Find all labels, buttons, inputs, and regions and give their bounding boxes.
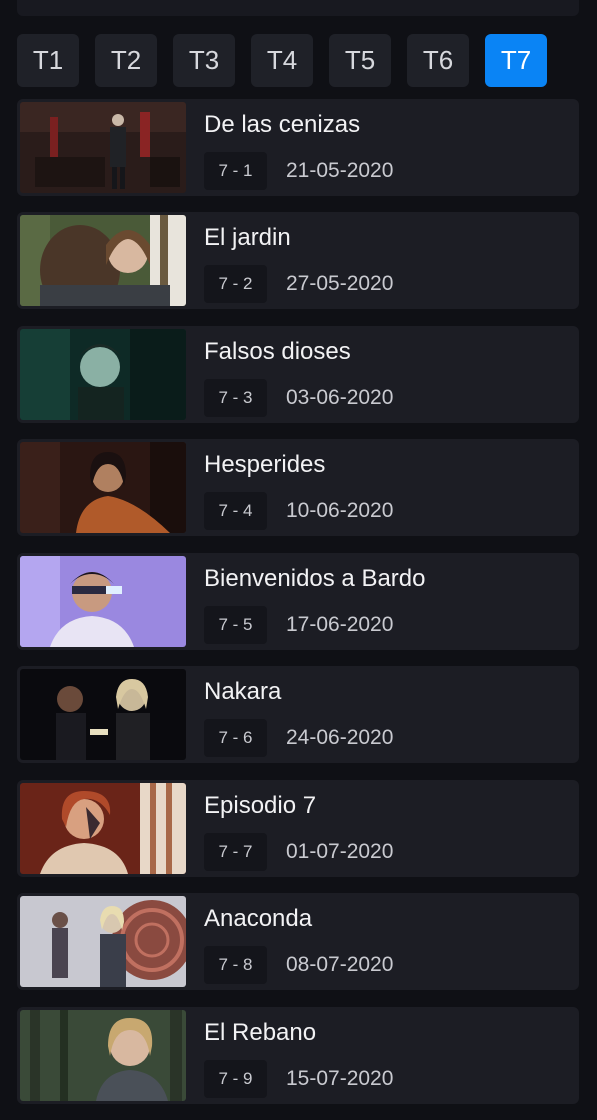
episode-code-badge: 7 - 9 (204, 1060, 267, 1098)
episode-thumbnail (20, 783, 186, 874)
episode-code-badge: 7 - 1 (204, 152, 267, 190)
episode-card[interactable]: Episodio 7 7 - 7 01-07-2020 (17, 780, 579, 877)
episode-card[interactable]: Nakara 7 - 6 24-06-2020 (17, 666, 579, 763)
episode-date: 03-06-2020 (286, 386, 394, 409)
tab-season-2[interactable]: T2 (95, 34, 157, 87)
episode-code-badge: 7 - 3 (204, 379, 267, 417)
episode-date: 21-05-2020 (286, 159, 394, 182)
top-bar (17, 0, 579, 16)
episode-title: Bienvenidos a Bardo (204, 565, 426, 592)
episode-card[interactable]: El jardin 7 - 2 27-05-2020 (17, 212, 579, 309)
episode-thumbnail (20, 102, 186, 193)
episode-thumbnail (20, 896, 186, 987)
episode-title: Hesperides (204, 451, 326, 478)
episode-code-badge: 7 - 5 (204, 606, 267, 644)
episode-date: 17-06-2020 (286, 613, 394, 636)
episode-title: El Rebano (204, 1019, 317, 1046)
episode-title: El jardin (204, 224, 291, 251)
episode-code-badge: 7 - 4 (204, 492, 267, 530)
episode-date: 15-07-2020 (286, 1067, 394, 1090)
episode-thumbnail (20, 669, 186, 760)
episode-title: Episodio 7 (204, 792, 317, 819)
episode-title: De las cenizas (204, 111, 361, 138)
episode-title: Anaconda (204, 905, 313, 932)
episode-title: Nakara (204, 678, 282, 705)
episode-card[interactable]: Anaconda 7 - 8 08-07-2020 (17, 893, 579, 990)
episode-date: 27-05-2020 (286, 272, 394, 295)
episode-code-badge: 7 - 6 (204, 719, 267, 757)
episode-thumbnail (20, 215, 186, 306)
episode-card[interactable]: Hesperides 7 - 4 10-06-2020 (17, 439, 579, 536)
tab-season-7[interactable]: T7 (485, 34, 547, 87)
episode-thumbnail (20, 556, 186, 647)
episode-code-badge: 7 - 7 (204, 833, 267, 871)
episode-date: 10-06-2020 (286, 499, 394, 522)
episode-card[interactable]: De las cenizas 7 - 1 21-05-2020 (17, 99, 579, 196)
episode-title: Falsos dioses (204, 338, 351, 365)
season-tabs: T1 T2 T3 T4 T5 T6 T7 (17, 34, 547, 87)
tab-season-6[interactable]: T6 (407, 34, 469, 87)
episode-card[interactable]: Bienvenidos a Bardo 7 - 5 17-06-2020 (17, 553, 579, 650)
episode-screen: T1 T2 T3 T4 T5 T6 T7 De las cenizas 7 - … (0, 0, 597, 1120)
tab-season-1[interactable]: T1 (17, 34, 79, 87)
episode-code-badge: 7 - 2 (204, 265, 267, 303)
tab-season-3[interactable]: T3 (173, 34, 235, 87)
episode-date: 24-06-2020 (286, 726, 394, 749)
episode-card[interactable]: Falsos dioses 7 - 3 03-06-2020 (17, 326, 579, 423)
episode-thumbnail (20, 442, 186, 533)
tab-season-4[interactable]: T4 (251, 34, 313, 87)
episode-code-badge: 7 - 8 (204, 946, 267, 984)
episode-thumbnail (20, 329, 186, 420)
episode-thumbnail (20, 1010, 186, 1101)
episode-card[interactable]: El Rebano 7 - 9 15-07-2020 (17, 1007, 579, 1104)
episode-date: 01-07-2020 (286, 840, 394, 863)
episode-date: 08-07-2020 (286, 953, 394, 976)
tab-season-5[interactable]: T5 (329, 34, 391, 87)
